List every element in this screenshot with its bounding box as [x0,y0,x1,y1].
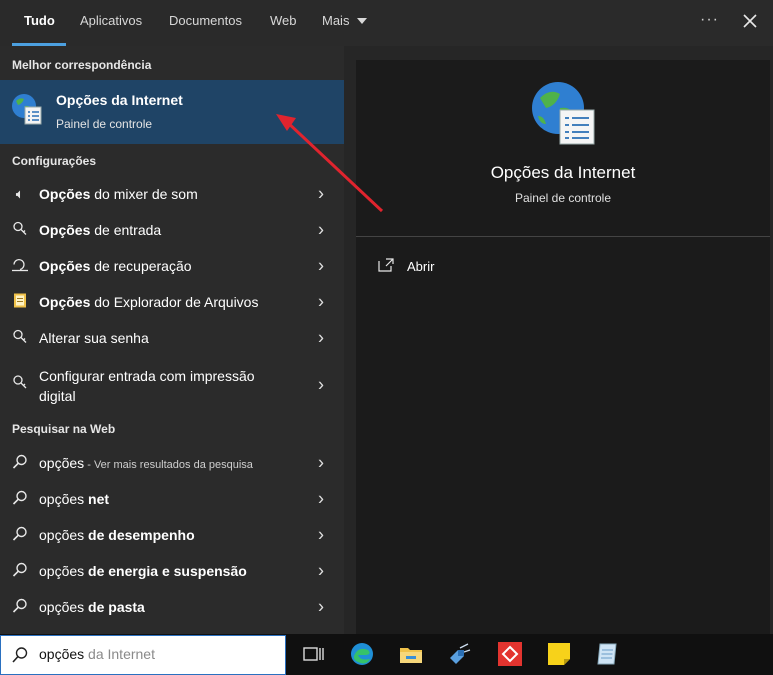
detail-pane: Opções da Internet Painel de controle Ab… [356,60,770,634]
detail-divider [356,236,770,237]
chevron-right-icon: › [318,596,324,617]
settings-item-file-explorer[interactable]: Opções do Explorador de Arquivos › [0,284,344,320]
tab-documents[interactable]: Documentos [169,0,242,46]
settings-item-recovery[interactable]: Opções de recuperação › [0,248,344,284]
web-item-4[interactable]: opções de pasta › [0,589,344,625]
chevron-right-icon: › [318,524,324,545]
speaker-icon: 🔈︎ [15,185,25,202]
search-icon [10,598,30,617]
web-item-separator: - [84,459,94,471]
settings-item-sound-mixer[interactable]: 🔈︎ Opções do mixer de som › [0,176,344,212]
tab-bar: Tudo Aplicativos Documentos Web Mais ··· [0,0,773,46]
notepad-icon[interactable] [594,640,622,668]
web-item-suggestion: de pasta [88,599,145,615]
web-item-query: opções [39,455,85,471]
tab-apps[interactable]: Aplicativos [80,0,142,46]
chevron-right-icon: › [318,452,324,473]
search-icon [10,454,30,473]
web-item-3[interactable]: opções de energia e suspensão › [0,553,344,589]
search-icon [12,647,28,663]
tab-all[interactable]: Tudo [24,0,55,46]
settings-item-bold: Opções [39,186,91,202]
web-item-suggestion: de energia e suspensão [88,563,247,579]
taskbar-search-box[interactable]: opções da Internet [0,635,286,675]
best-match-subtitle: Painel de controle [56,117,153,131]
web-item-query: opções [39,491,89,507]
chevron-right-icon: › [318,374,324,395]
web-item-query: opções [39,527,89,543]
detail-subtitle: Painel de controle [514,191,612,205]
best-match-header: Melhor correspondência [12,58,152,72]
web-item-query: opções [39,563,89,579]
sticky-notes-icon[interactable] [545,640,573,668]
best-match-item[interactable]: Opções da Internet Painel de controle [0,80,344,144]
settings-header: Configurações [12,154,97,168]
settings-item-bold: Opções [39,294,91,310]
chevron-right-icon: › [318,255,324,276]
web-search-header: Pesquisar na Web [12,422,116,436]
caret-down-icon [357,18,368,24]
internet-options-icon [12,94,42,125]
settings-item-fingerprint[interactable]: Configurar entrada com impressão digital… [0,362,344,408]
settings-item-label-line1: Configurar entrada com impressão [39,368,255,384]
settings-item-bold: Opções [39,222,91,238]
best-match-title: Opções da Internet [56,92,183,108]
chevron-right-icon: › [318,219,324,240]
open-label: Abrir [407,259,435,274]
settings-item-bold: Opções [39,258,91,274]
open-action[interactable]: Abrir [378,256,578,278]
settings-item-label: de entrada [90,222,162,238]
anydesk-icon[interactable] [496,640,524,668]
settings-item-label: do mixer de som [90,186,198,202]
web-item-suggestion: de desempenho [88,527,195,543]
search-icon [10,490,30,509]
task-view-icon[interactable] [300,640,328,668]
tab-web[interactable]: Web [270,0,297,46]
search-icon [10,526,30,545]
satellite-app-icon[interactable] [446,640,474,668]
web-item-suggestion: net [88,491,110,507]
file-explorer-icon[interactable] [397,640,425,668]
search-typed-text: opções [39,646,85,662]
more-options-icon[interactable]: ··· [700,0,719,42]
magnifier-key-icon [10,221,30,240]
chevron-right-icon: › [318,560,324,581]
settings-item-input[interactable]: Opções de entrada › [0,212,344,248]
key-icon [10,329,30,348]
chevron-right-icon: › [318,183,324,204]
detail-title: Opções da Internet [490,163,636,182]
web-item-hint: Ver mais resultados da pesquisa [93,459,253,471]
tab-more[interactable]: Mais [322,0,368,46]
open-icon [378,258,394,272]
web-item-0[interactable]: opções - Ver mais resultados da pesquisa… [0,445,344,481]
chevron-right-icon: › [318,291,324,312]
web-item-2[interactable]: opções de desempenho › [0,517,344,553]
search-icon [10,562,30,581]
internet-options-large-icon [532,82,595,145]
settings-item-change-password[interactable]: Alterar sua senha › [0,320,344,356]
settings-item-label: Alterar sua senha [39,330,149,346]
settings-item-label: do Explorador de Arquivos [90,294,259,310]
tab-more-label: Mais [322,13,350,28]
settings-item-label: de recuperação [90,258,192,274]
recovery-icon [10,257,30,276]
close-icon[interactable] [742,13,758,29]
folder-options-icon [10,293,30,312]
settings-item-label-line2: digital [39,388,76,404]
edge-browser-icon[interactable] [348,640,376,668]
chevron-right-icon: › [318,488,324,509]
web-item-1[interactable]: opções net › [0,481,344,517]
web-item-query: opções [39,599,89,615]
chevron-right-icon: › [318,327,324,348]
fingerprint-icon [10,374,30,393]
search-completion-text: da Internet [84,646,155,662]
